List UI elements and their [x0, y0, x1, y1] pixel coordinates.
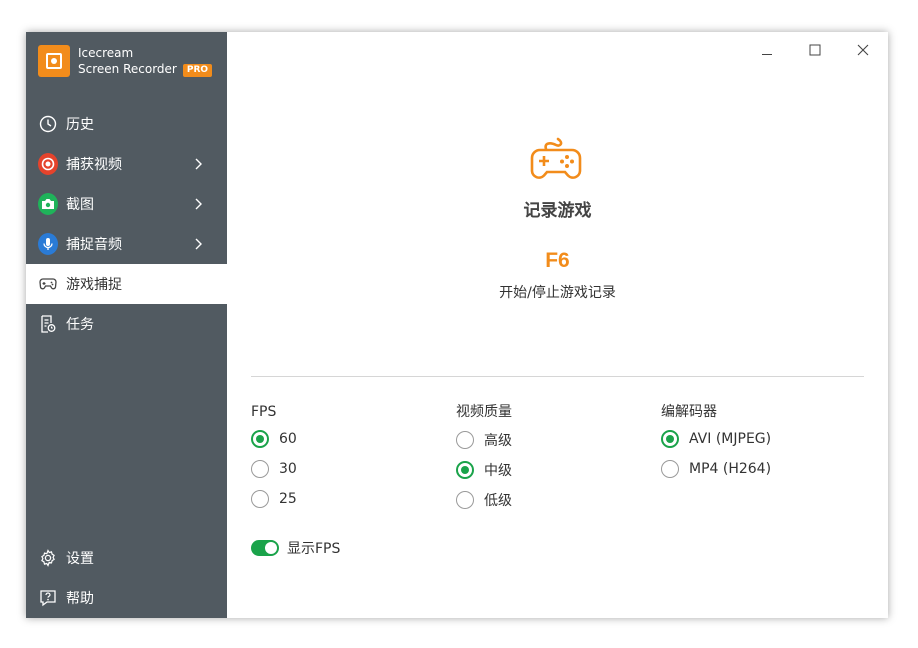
fps-option-30[interactable]: 30: [251, 460, 297, 478]
radio-icon[interactable]: [456, 431, 474, 449]
sidebar-item-label: 捕捉音频: [66, 237, 122, 253]
camera-icon: [38, 193, 58, 215]
radio-icon[interactable]: [661, 460, 679, 478]
close-button[interactable]: [851, 38, 875, 62]
record-icon: [38, 153, 58, 175]
sidebar-item-history[interactable]: 历史: [26, 104, 227, 144]
chevron-right-icon: [195, 158, 202, 170]
minimize-button[interactable]: [755, 38, 779, 62]
option-label: 30: [279, 461, 297, 477]
option-label: AVI (MJPEG): [689, 431, 772, 447]
gamepad-icon: [530, 137, 582, 179]
microphone-icon: [38, 233, 58, 255]
gear-icon: [38, 548, 58, 568]
sidebar-item-tasks[interactable]: 任务: [26, 304, 227, 344]
fps-group: FPS 60 30 25: [251, 403, 297, 508]
radio-selected-icon[interactable]: [661, 430, 679, 448]
sidebar: Icecream Screen Recorder PRO 历史 捕获视频 截图: [26, 32, 227, 618]
hotkey-description: 开始/停止游戏记录: [499, 285, 616, 301]
radio-selected-icon[interactable]: [251, 430, 269, 448]
quality-option-low[interactable]: 低级: [456, 490, 512, 510]
radio-icon[interactable]: [251, 460, 269, 478]
codec-group: 编解码器 AVI (MJPEG) MP4 (H264): [661, 403, 771, 478]
minimize-icon: [762, 54, 772, 55]
quality-option-medium[interactable]: 中级: [456, 460, 512, 480]
sidebar-item-label: 设置: [66, 551, 94, 567]
radio-icon[interactable]: [456, 491, 474, 509]
fps-option-60[interactable]: 60: [251, 430, 297, 448]
app-name-line2: Screen Recorder: [78, 62, 177, 76]
quality-title: 视频质量: [456, 404, 512, 420]
show-fps-row: 显示FPS: [251, 538, 340, 558]
gamepad-icon: [38, 274, 58, 294]
show-fps-label: 显示FPS: [287, 541, 341, 557]
chevron-right-icon: [195, 238, 202, 250]
option-label: 60: [279, 431, 297, 447]
tasks-icon: [38, 314, 58, 334]
option-label: 中级: [484, 463, 512, 479]
close-icon: [857, 44, 869, 56]
sidebar-item-label: 任务: [66, 317, 94, 333]
maximize-button[interactable]: [803, 38, 827, 62]
sidebar-item-label: 游戏捕捉: [66, 277, 122, 293]
app-window: Icecream Screen Recorder PRO 历史 捕获视频 截图: [26, 32, 888, 618]
app-name-line1: Icecream: [78, 46, 134, 60]
page-title: 记录游戏: [523, 201, 592, 221]
sidebar-item-label: 截图: [66, 197, 94, 213]
codec-title: 编解码器: [661, 404, 717, 420]
sidebar-item-capture-video[interactable]: 捕获视频: [26, 144, 227, 184]
sidebar-item-settings[interactable]: 设置: [26, 538, 227, 578]
quality-option-high[interactable]: 高级: [456, 430, 512, 450]
pro-badge: PRO: [182, 64, 213, 77]
sidebar-item-game-capture[interactable]: 游戏捕捉: [26, 264, 227, 304]
sidebar-item-screenshot[interactable]: 截图: [26, 184, 227, 224]
app-name: Icecream Screen Recorder PRO: [78, 45, 213, 77]
fps-title: FPS: [251, 404, 277, 420]
show-fps-toggle[interactable]: [251, 540, 279, 556]
help-icon: [38, 588, 58, 608]
fps-option-25[interactable]: 25: [251, 490, 297, 508]
sidebar-item-help[interactable]: 帮助: [26, 578, 227, 618]
option-label: 25: [279, 491, 297, 507]
divider: [251, 376, 864, 377]
main-panel: 记录游戏 F6 开始/停止游戏记录 FPS 60 30 25 视频质量 高级 中…: [227, 32, 888, 618]
sidebar-item-label: 捕获视频: [66, 157, 122, 173]
app-logo-icon: [38, 45, 70, 77]
radio-icon[interactable]: [251, 490, 269, 508]
chevron-right-icon: [195, 198, 202, 210]
option-label: MP4 (H264): [689, 461, 772, 477]
hotkey-label: F6: [545, 249, 570, 272]
option-label: 低级: [484, 493, 512, 509]
option-label: 高级: [484, 433, 512, 449]
codec-option-mp4[interactable]: MP4 (H264): [661, 460, 771, 478]
maximize-icon: [809, 44, 821, 56]
codec-option-avi[interactable]: AVI (MJPEG): [661, 430, 771, 448]
clock-icon: [38, 114, 58, 134]
radio-selected-icon[interactable]: [456, 461, 474, 479]
quality-group: 视频质量 高级 中级 低级: [456, 403, 512, 509]
sidebar-item-label: 帮助: [66, 591, 94, 607]
sidebar-item-label: 历史: [66, 117, 94, 133]
sidebar-item-capture-audio[interactable]: 捕捉音频: [26, 224, 227, 264]
brand: Icecream Screen Recorder PRO: [38, 44, 213, 78]
